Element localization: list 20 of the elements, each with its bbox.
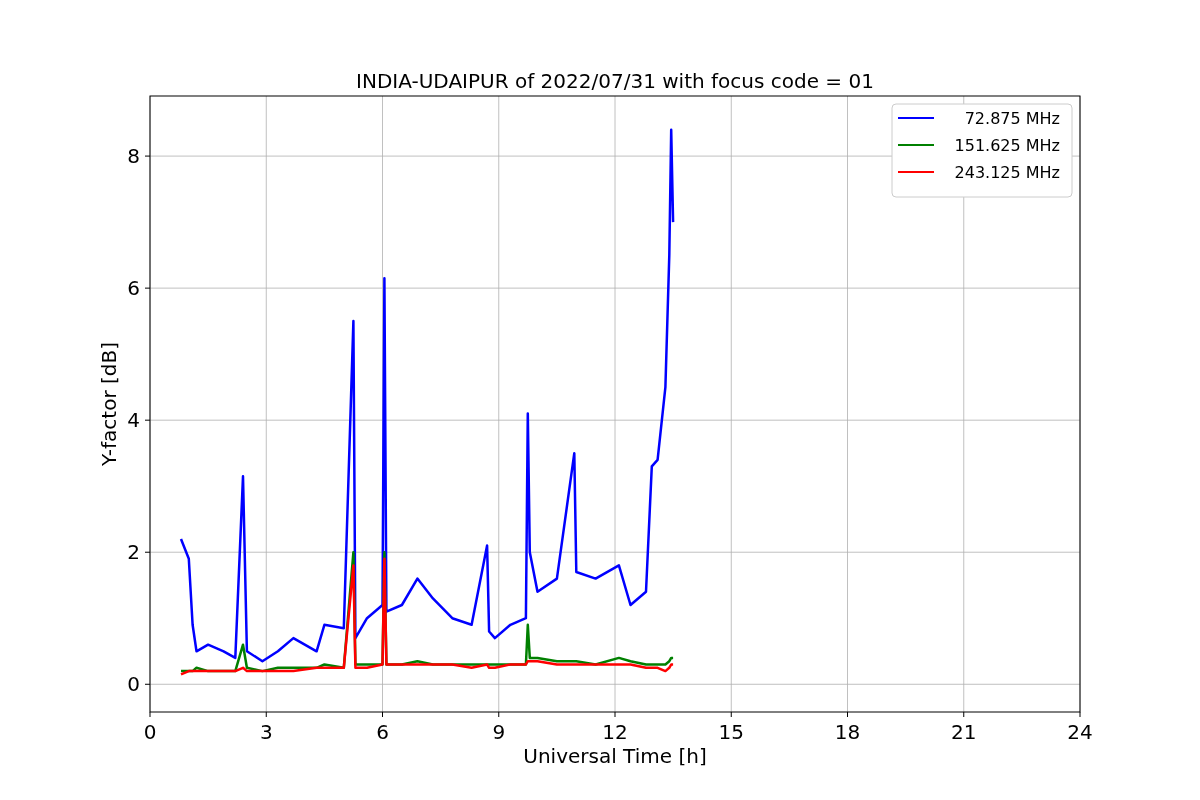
y-tick-label: 4 <box>127 408 140 433</box>
x-tick-label: 15 <box>718 720 744 744</box>
y-tick-label: 2 <box>127 540 140 565</box>
legend-label: 151.625 MHz <box>954 136 1060 155</box>
y-tick-label: 8 <box>127 144 140 169</box>
y-tick-label: 0 <box>127 672 140 697</box>
legend-label: 243.125 MHz <box>954 163 1060 182</box>
x-tick-label: 3 <box>259 720 273 744</box>
x-tick-label: 6 <box>376 720 389 744</box>
legend-label: 72.875 MHz <box>964 109 1060 128</box>
x-tick-label: 21 <box>951 720 977 744</box>
y-tick-label: 6 <box>127 276 140 301</box>
x-tick-label: 9 <box>492 720 506 744</box>
y-axis-label: Y-factor [dB] <box>97 342 121 466</box>
x-tick-label: 12 <box>602 720 628 744</box>
x-axis-label: Universal Time [h] <box>523 744 707 768</box>
x-tick-label: 0 <box>143 720 157 744</box>
x-tick-label: 18 <box>834 720 861 744</box>
chart-title: INDIA-UDAIPUR of 2022/07/31 with focus code = 01 <box>356 69 874 93</box>
x-tick-label: 24 <box>1067 720 1093 744</box>
